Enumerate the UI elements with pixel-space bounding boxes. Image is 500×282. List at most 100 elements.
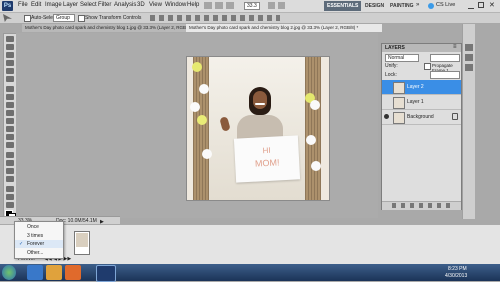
color-panel-icon[interactable] [465, 44, 473, 51]
workspace-essentials[interactable]: ESSENTIALS [324, 1, 362, 11]
hand-tool[interactable] [6, 194, 14, 200]
arrange-icon[interactable] [268, 2, 275, 9]
clock-time[interactable]: 8:23 PM [448, 266, 467, 272]
move-tool-icon[interactable] [3, 14, 12, 22]
eye-icon[interactable] [384, 114, 389, 119]
type-tool[interactable] [6, 160, 14, 166]
menu-edit[interactable]: Edit [31, 2, 41, 8]
quick-select-tool[interactable] [6, 60, 14, 66]
animation-frame-1[interactable] [74, 231, 90, 255]
menu-help[interactable]: Help [187, 2, 199, 8]
layer-row-layer-2[interactable]: Layer 2 [382, 80, 461, 95]
menu-image[interactable]: Image [45, 2, 62, 8]
flower-decoration [192, 62, 202, 72]
eraser-tool[interactable] [6, 118, 14, 124]
visibility-toggle-icon[interactable] [384, 84, 389, 89]
toolbox [3, 33, 17, 223]
clock-date[interactable]: 4/30/2013 [445, 273, 467, 279]
hand-icon[interactable] [226, 2, 234, 9]
marquee-tool[interactable] [6, 44, 14, 50]
zoom-select[interactable]: 33.3 [244, 2, 260, 10]
layer-thumbnail [393, 82, 405, 94]
firefox-icon[interactable] [65, 265, 81, 280]
person-smile [255, 103, 265, 105]
fill-field[interactable] [430, 71, 460, 79]
minimize-icon[interactable] [468, 2, 474, 9]
zoom-tool[interactable] [6, 202, 14, 208]
close-icon[interactable]: ✕ [489, 1, 495, 9]
layer-actions-icons[interactable] [392, 203, 452, 208]
lasso-tool[interactable] [6, 52, 14, 58]
menu-select[interactable]: Select [80, 2, 97, 8]
document-canvas[interactable]: HI MOM! [187, 57, 329, 200]
panel-title[interactable]: LAYERS [385, 45, 405, 51]
more-workspaces-icon[interactable]: » [416, 2, 419, 8]
transform-controls-checkbox[interactable] [78, 15, 85, 22]
screen-mode-icon[interactable] [278, 2, 285, 9]
cs-live-label[interactable]: CS Live [436, 2, 455, 8]
healing-brush-tool[interactable] [6, 86, 14, 92]
photoshop-taskbar-icon[interactable] [96, 265, 116, 282]
crop-tool[interactable] [6, 68, 14, 74]
flower-decoration [306, 135, 316, 145]
clone-stamp-tool[interactable] [6, 102, 14, 108]
layer-thumbnail [393, 112, 405, 124]
brush-tool[interactable] [6, 94, 14, 100]
history-brush-tool[interactable] [6, 110, 14, 116]
align-distribute-icons[interactable] [150, 15, 280, 21]
workspace-painting[interactable]: PAINTING [387, 1, 417, 11]
collapsed-panels-column [462, 24, 475, 219]
blur-tool[interactable] [6, 134, 14, 140]
options-bar: Auto-Select: Group Show Transform Contro… [0, 13, 500, 24]
menu-file[interactable]: File [18, 2, 28, 8]
dodge-tool[interactable] [6, 142, 14, 148]
windows-taskbar: 8:23 PM 4/30/2013 [0, 264, 500, 282]
menu-filter[interactable]: Filter [98, 2, 111, 8]
eyedropper-tool[interactable] [6, 76, 14, 82]
workspace-design[interactable]: DESIGN [362, 1, 387, 11]
layer-thumbnail [393, 97, 405, 109]
move-tool[interactable] [6, 36, 14, 42]
layer-row-layer-1[interactable]: Layer 1 [382, 95, 461, 110]
visibility-toggle-icon[interactable] [384, 99, 389, 104]
ie-icon[interactable] [27, 265, 43, 280]
loop-option-other[interactable]: Other... [15, 249, 63, 257]
menu-view[interactable]: View [149, 2, 162, 8]
pen-tool[interactable] [6, 152, 14, 158]
layer-row-background[interactable]: Background [382, 110, 461, 125]
panel-menu-icon[interactable]: ≡ [453, 44, 457, 50]
maximize-icon[interactable] [478, 2, 484, 8]
auto-select-checkbox[interactable] [24, 15, 31, 22]
swatches-panel-icon[interactable] [465, 54, 473, 61]
burlap-strip-left [193, 57, 209, 200]
bridge-icon[interactable] [204, 2, 212, 9]
tab-document-2[interactable]: Mother's Day photo card spark and chemis… [186, 24, 382, 32]
menu-analysis[interactable]: Analysis [114, 2, 136, 8]
blend-mode-select[interactable]: Normal [385, 54, 419, 62]
auto-select-dropdown[interactable]: Group [53, 14, 75, 22]
cs-live-icon[interactable] [428, 3, 434, 9]
loop-option-3-times[interactable]: 3 times [15, 232, 63, 240]
opacity-field[interactable] [430, 54, 460, 62]
propagate-checkbox[interactable] [424, 63, 431, 70]
frame-thumbnail [76, 233, 88, 247]
tab-document-1[interactable]: Mother's Day photo card spark and chemis… [22, 24, 188, 32]
mini-bridge-icon[interactable] [215, 2, 223, 9]
3d-tool[interactable] [6, 186, 14, 192]
explorer-icon[interactable] [46, 265, 62, 280]
gradient-tool[interactable] [6, 126, 14, 132]
shape-tool[interactable] [6, 176, 14, 182]
loop-option-forever[interactable]: ✓ Forever [15, 240, 63, 248]
animation-panel: Forever ◀◀ ◀ ▶ ▶▶ [0, 224, 500, 265]
menu-3d[interactable]: 3D [137, 2, 145, 8]
burlap-strip-right [305, 57, 321, 200]
menu-window[interactable]: Window [165, 2, 186, 8]
loop-option-once[interactable]: Once [15, 223, 63, 231]
start-button-icon[interactable] [2, 265, 16, 280]
photoshop-logo[interactable]: Ps [2, 1, 13, 11]
sign-text-mom: MOM! [254, 157, 280, 169]
menu-layer[interactable]: Layer [63, 2, 78, 8]
path-selection-tool[interactable] [6, 168, 14, 174]
adjustments-panel-icon[interactable] [465, 64, 473, 71]
layers-footer [382, 201, 461, 210]
